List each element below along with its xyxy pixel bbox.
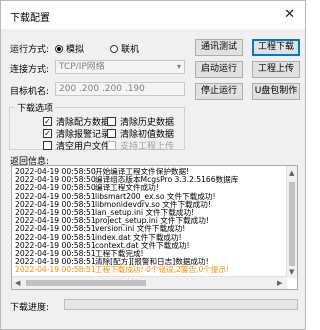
- upload-button[interactable]: 工程上传: [252, 61, 300, 78]
- checkbox-empty-icon: [107, 117, 116, 126]
- progress-label: 下载进度:: [10, 303, 50, 313]
- conn-mode-value: TCP/IP网络: [59, 62, 105, 72]
- support-upload-label: 支持工程上传: [120, 142, 175, 152]
- conn-mode-label: 连接方式:: [10, 65, 50, 75]
- clear-user-files-checkbox[interactable]: 清空用户文件: [43, 139, 110, 152]
- chevron-down-icon: ▾: [176, 62, 181, 71]
- title-bar: 下载配置 ✕: [1, 1, 305, 29]
- horizontal-scrollbar[interactable]: ◀ ▶: [12, 276, 287, 289]
- checkbox-empty-icon: [107, 129, 116, 138]
- radio-unselected-icon: [110, 44, 118, 53]
- conn-mode-select[interactable]: TCP/IP网络 ▾: [55, 60, 185, 74]
- scroll-left-icon[interactable]: ◀: [15, 279, 20, 287]
- log-textarea[interactable]: 2022-04-19 00:58:50开始编译工程文件保护数据! 2022-04-…: [11, 165, 298, 290]
- vertical-scroll-thumb[interactable]: [289, 182, 295, 266]
- udisk-package-button[interactable]: U盘包制作: [252, 83, 300, 100]
- scroll-down-icon[interactable]: ▼: [289, 268, 294, 276]
- target-label: 目标机名:: [10, 87, 50, 97]
- dialog-title: 下载配置: [10, 13, 50, 24]
- start-button[interactable]: 启动运行: [195, 61, 243, 78]
- target-ip-value: 200 .200 .200 .190: [59, 84, 145, 94]
- run-mode-online-label: 联机: [121, 45, 140, 55]
- checkbox-empty-icon: [107, 141, 116, 150]
- support-upload-checkbox: 支持工程上传: [107, 139, 174, 152]
- close-icon[interactable]: ✕: [284, 7, 295, 22]
- horizontal-scroll-thumb[interactable]: [26, 280, 146, 286]
- download-config-dialog: 下载配置 ✕ 运行方式: 模拟 联机 连接方式: TCP/IP网络 ▾ 目标机名…: [0, 0, 306, 330]
- checkbox-empty-icon: [43, 141, 52, 150]
- run-mode-online-radio[interactable]: 联机: [110, 42, 139, 55]
- run-mode-label: 运行方式:: [10, 45, 50, 55]
- log-timestamp: 2022-04-19 00:58:51: [15, 265, 96, 275]
- vertical-scrollbar[interactable]: ▲ ▼: [286, 166, 297, 278]
- checkmark-icon: ✓: [43, 117, 52, 126]
- scroll-up-icon[interactable]: ▲: [289, 169, 294, 177]
- checkmark-icon: ✓: [43, 129, 52, 138]
- stop-button[interactable]: 停止运行: [195, 83, 243, 100]
- download-options-title: 下载选项: [15, 101, 56, 114]
- scroll-right-icon[interactable]: ▶: [277, 279, 282, 287]
- download-progress-bar: [64, 299, 298, 310]
- download-button[interactable]: 工程下载: [252, 39, 300, 56]
- log-message: 工程下载成功! 0个错误,2警告,0个提示!: [95, 265, 230, 275]
- clear-user-files-label: 清空用户文件: [56, 142, 111, 152]
- run-mode-simulate-label: 模拟: [66, 45, 85, 55]
- target-ip-field[interactable]: 200 .200 .200 .190: [55, 82, 185, 96]
- run-mode-simulate-radio[interactable]: 模拟: [55, 42, 84, 55]
- comm-test-button[interactable]: 通讯测试: [195, 39, 243, 56]
- log-row: 2022-04-19 00:58:51工程下载成功! 0个错误,2警告,0个提示…: [15, 266, 229, 274]
- radio-selected-icon: [55, 44, 63, 53]
